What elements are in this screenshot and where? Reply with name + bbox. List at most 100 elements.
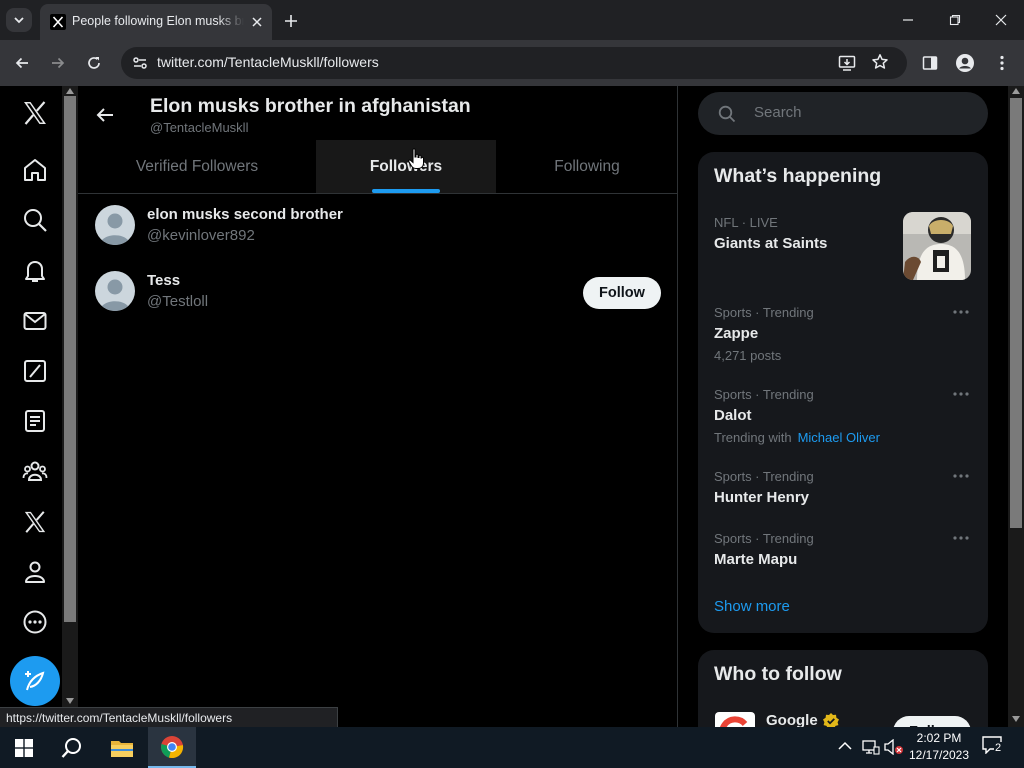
trend-thumbnail-image[interactable] [903,212,971,280]
trend-name: Dalot [714,407,752,424]
nav-messages[interactable] [20,306,50,336]
tab-search-button[interactable] [6,8,32,32]
scroll-down-arrow-icon[interactable] [66,698,74,704]
arrow-right-icon [52,57,65,69]
lists-icon [25,410,45,432]
file-explorer-button[interactable] [98,727,146,768]
address-bar[interactable]: twitter.com/TentacleMuskll/followers [121,47,907,79]
tab-label: Following [554,157,620,175]
browser-tab-strip: People following Elon musks brother in a… [0,0,1024,40]
scroll-up-arrow-icon[interactable] [66,88,74,94]
nav-profile[interactable] [20,557,50,587]
kebab-menu-icon [1000,55,1004,71]
profile-name: Elon musks brother in afghanistan [150,95,471,117]
trend-meta: Sports · Trending [714,305,814,320]
trend-meta: Sports · Trending [714,469,814,484]
search-icon [718,105,736,123]
trend-name: Hunter Henry [714,489,810,506]
tray-expand-icon[interactable] [838,741,852,751]
nav-home[interactable] [20,155,50,185]
bookmark-star-icon[interactable] [871,53,889,71]
scroll-up-arrow-icon[interactable] [1012,88,1020,94]
profile-button[interactable] [953,51,977,75]
follower-name[interactable]: Tess [147,272,180,289]
compose-icon [25,671,45,691]
compose-post-button[interactable] [10,656,60,706]
restore-button[interactable] [935,8,975,32]
arrow-left-icon [96,108,113,122]
more-horizontal-icon [953,536,969,540]
close-icon [252,17,262,27]
trend-more-button[interactable] [950,531,972,545]
google-avatar[interactable] [715,712,755,727]
nav-lists[interactable] [20,406,50,436]
default-avatar[interactable] [95,271,135,311]
trends-title: What’s happening [714,165,882,187]
follower-row[interactable]: Tess @Testloll Follow [78,259,678,325]
new-tab-button[interactable] [280,10,302,32]
close-window-button[interactable] [981,8,1021,32]
windows-taskbar: 2:02 PM 12/17/2023 2 [0,727,1024,768]
browser-menu-button[interactable] [990,51,1014,75]
trend-name: Zappe [714,325,759,342]
trend-more-button[interactable] [950,469,972,483]
tab-following[interactable]: Following [497,140,677,193]
minimize-button[interactable] [888,8,928,32]
back-nav-button[interactable] [10,51,34,75]
nav-communities[interactable] [20,456,50,486]
side-panel-button[interactable] [918,51,942,75]
follower-row[interactable]: elon musks second brother @kevinlover892 [78,193,678,259]
left-scrollbar-thumb[interactable] [64,96,76,622]
volume-muted-icon[interactable] [884,739,904,755]
forward-nav-button[interactable] [46,51,70,75]
chrome-taskbar-button[interactable] [148,727,196,768]
right-scrollbar-thumb[interactable] [1010,98,1022,528]
tab-verified-followers[interactable]: Verified Followers [107,140,287,193]
trend-related-label: Trending with [714,430,792,445]
default-avatar[interactable] [95,205,135,245]
default-avatar-icon [100,279,130,311]
clock-time[interactable]: 2:02 PM [904,731,974,745]
tab-title: People following Elon musks brother in a… [72,14,244,28]
side-panel-icon [922,56,938,70]
tab-followers[interactable]: Followers [316,140,496,193]
nav-explore[interactable] [20,205,50,235]
back-button[interactable] [92,102,118,128]
nav-premium[interactable] [20,507,50,537]
follower-name[interactable]: elon musks second brother [147,206,343,223]
trend-meta: Sports · Trending [714,531,814,546]
right-scrollbar[interactable] [1008,86,1024,727]
install-app-icon[interactable] [838,54,856,72]
explore-icon [24,209,47,232]
trend-related-link[interactable]: Michael Oliver [798,430,880,445]
taskbar-search-button[interactable] [48,727,96,768]
trend-more-button[interactable] [950,387,972,401]
suggested-account-name[interactable]: Google [766,712,818,727]
clock-date[interactable]: 12/17/2023 [904,748,974,762]
browser-tab[interactable]: People following Elon musks brother in a… [40,4,272,40]
url-text: twitter.com/TentacleMuskll/followers [157,54,379,70]
show-more-link[interactable]: Show more [714,598,790,615]
search-box[interactable]: Search [698,92,988,135]
follower-handle: @kevinlover892 [147,227,255,244]
follow-button[interactable]: Follow [893,716,971,727]
notification-count: 2 [994,742,1003,754]
nav-grok[interactable] [20,356,50,386]
nav-x-logo[interactable] [20,98,50,128]
left-scrollbar[interactable] [62,86,78,727]
network-icon[interactable] [862,739,880,755]
nav-notifications[interactable] [20,256,50,286]
tab-close-button[interactable] [248,13,266,31]
chrome-logo-icon [161,735,184,758]
scroll-down-arrow-icon[interactable] [1012,716,1020,722]
site-info-icon[interactable] [131,54,149,72]
nav-more[interactable] [20,607,50,637]
search-input[interactable]: Search [754,104,802,121]
start-button[interactable] [0,727,48,768]
follow-button[interactable]: Follow [583,277,661,309]
notification-center-button[interactable]: 2 [982,736,1006,758]
account-icon [956,54,974,72]
reload-button[interactable] [82,51,106,75]
more-horizontal-icon [953,474,969,478]
trend-more-button[interactable] [950,305,972,319]
